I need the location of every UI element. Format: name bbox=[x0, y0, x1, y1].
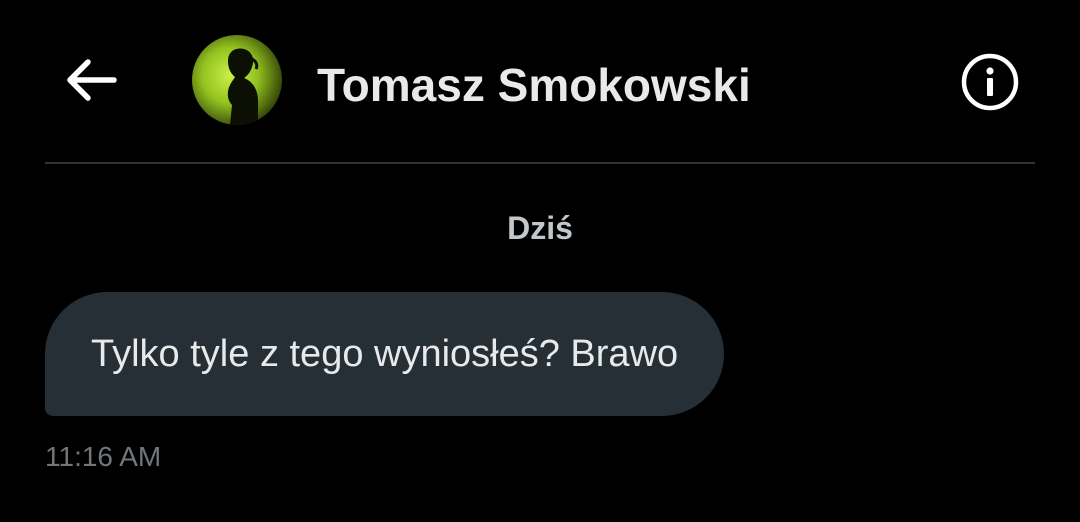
header-divider bbox=[45, 162, 1035, 164]
message-text: Tylko tyle z tego wyniosłeś? Brawo bbox=[91, 332, 679, 375]
avatar[interactable] bbox=[192, 35, 282, 125]
back-button[interactable] bbox=[58, 50, 124, 110]
message-bubble[interactable]: Tylko tyle z tego wyniosłeś? Brawo bbox=[45, 292, 725, 416]
conversation-header: Tomasz Smokowski bbox=[0, 0, 1080, 164]
info-circle-icon bbox=[961, 53, 1019, 111]
arrow-left-icon bbox=[67, 59, 117, 101]
contact-name[interactable]: Tomasz Smokowski bbox=[317, 58, 751, 112]
info-button[interactable] bbox=[958, 50, 1022, 114]
avatar-image bbox=[192, 35, 282, 125]
date-separator: Dziś bbox=[507, 210, 573, 246]
message-timestamp: 11:16 AM bbox=[45, 441, 162, 472]
